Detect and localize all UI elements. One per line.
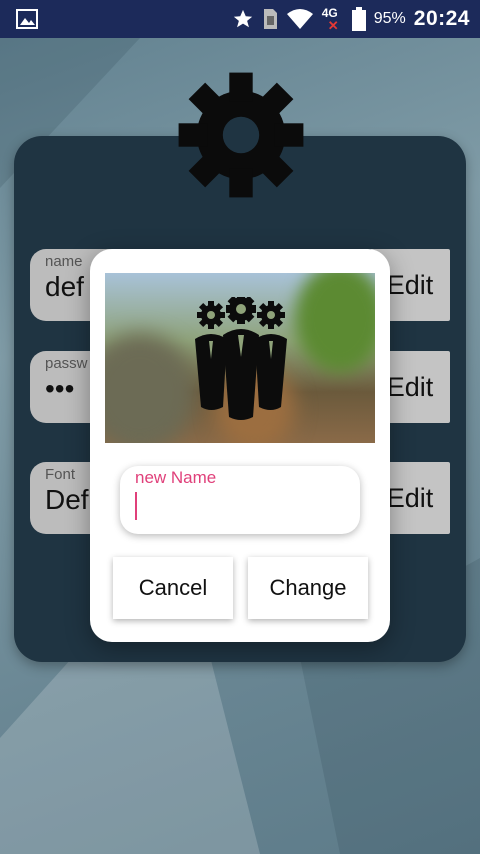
team-gears-icon: [195, 297, 287, 420]
change-button[interactable]: Change: [248, 557, 368, 619]
text-cursor: [135, 492, 137, 520]
clock: 20:24: [413, 7, 470, 30]
new-name-input[interactable]: [140, 492, 344, 522]
new-name-label: new Name: [135, 468, 217, 487]
cancel-button[interactable]: Cancel: [113, 557, 233, 619]
new-name-input-container[interactable]: new Name: [120, 466, 360, 534]
network-indicator: 4G ✕: [322, 4, 344, 34]
sim-card-icon: [263, 9, 277, 29]
image-icon: [16, 9, 38, 29]
status-bar: 4G ✕ 95% 20:24: [0, 0, 480, 38]
battery-icon: [351, 7, 366, 31]
star-icon: [233, 9, 252, 28]
no-signal-x-icon: ✕: [327, 18, 339, 33]
change-name-dialog: new Name Cancel Change: [90, 249, 390, 642]
wifi-icon: [286, 9, 313, 29]
battery-percent: 95%: [373, 10, 406, 27]
dialog-image: [105, 273, 375, 443]
